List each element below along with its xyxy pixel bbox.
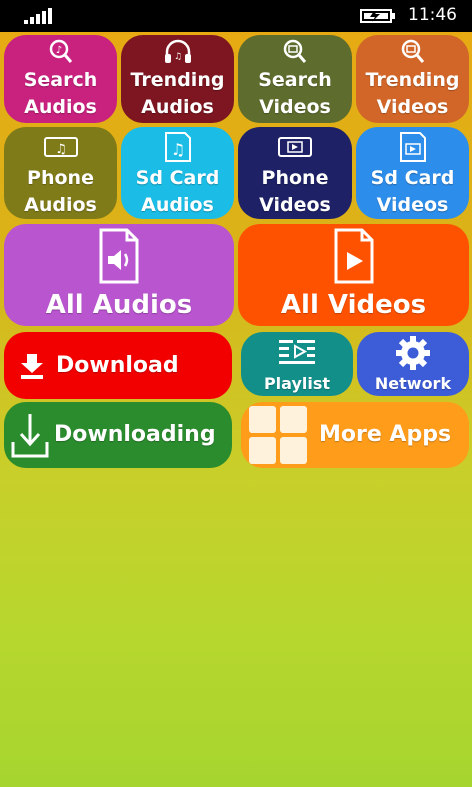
search-video-icon xyxy=(401,39,424,63)
video-file-icon xyxy=(334,228,373,284)
audio-file-icon xyxy=(99,228,139,284)
search-audios-label: Search Audios xyxy=(23,69,98,118)
search-music-icon: ♪ xyxy=(49,39,72,63)
search-videos-label: Search Videos xyxy=(258,69,332,118)
signal-strength-icon xyxy=(24,8,54,24)
sdcard-video-icon xyxy=(399,132,426,162)
search-audios-tile[interactable]: ♪ Search Audios xyxy=(4,35,117,123)
trending-videos-tile[interactable]: Trending Videos xyxy=(356,35,469,123)
phone-audios-label: Phone Audios xyxy=(24,167,97,216)
svg-text:♫: ♫ xyxy=(170,140,184,159)
sd-card-videos-label: Sd Card Videos xyxy=(370,167,455,216)
svg-text:♪: ♪ xyxy=(55,45,61,56)
status-bar: 11:46 xyxy=(0,0,472,32)
search-video-icon xyxy=(283,39,307,63)
network-label: Network xyxy=(374,374,452,393)
playlist-tile[interactable]: Playlist xyxy=(241,332,353,396)
playlist-icon xyxy=(279,340,315,364)
trending-audios-tile[interactable]: ♫ Trending Audios xyxy=(121,35,234,123)
phone-video-icon xyxy=(278,137,312,157)
downloading-icon xyxy=(11,414,49,458)
all-videos-tile[interactable]: All Videos xyxy=(238,224,469,326)
download-tile[interactable]: Download xyxy=(4,332,232,399)
all-audios-label: All Audios xyxy=(45,290,193,320)
sd-card-audios-tile[interactable]: ♫ Sd Card Audios xyxy=(121,127,234,219)
network-tile[interactable]: Network xyxy=(357,332,469,396)
phone-music-icon: ♫ xyxy=(43,137,78,157)
more-apps-label: More Apps xyxy=(319,422,452,447)
gear-icon xyxy=(396,336,430,370)
battery-charging-icon xyxy=(360,9,395,23)
clock: 11:46 xyxy=(408,5,457,25)
trending-videos-label: Trending Videos xyxy=(365,69,460,118)
sd-card-videos-tile[interactable]: Sd Card Videos xyxy=(356,127,469,219)
sdcard-music-icon: ♫ xyxy=(164,132,191,162)
sd-card-audios-label: Sd Card Audios xyxy=(135,167,220,216)
phone-audios-tile[interactable]: ♫ Phone Audios xyxy=(4,127,117,219)
all-videos-label: All Videos xyxy=(280,290,427,320)
headphones-icon: ♫ xyxy=(164,39,191,63)
download-icon xyxy=(21,354,43,379)
trending-audios-label: Trending Audios xyxy=(130,69,225,118)
svg-text:♫: ♫ xyxy=(173,52,181,62)
phone-videos-label: Phone Videos xyxy=(259,167,331,216)
search-videos-tile[interactable]: Search Videos xyxy=(238,35,352,123)
grid-apps-icon xyxy=(249,406,309,466)
downloading-tile[interactable]: Downloading xyxy=(4,402,232,468)
playlist-label: Playlist xyxy=(263,374,331,393)
all-audios-tile[interactable]: All Audios xyxy=(4,224,234,326)
downloading-label: Downloading xyxy=(54,422,216,447)
phone-videos-tile[interactable]: Phone Videos xyxy=(238,127,352,219)
svg-text:♫: ♫ xyxy=(55,142,67,157)
download-label: Download xyxy=(56,353,179,378)
more-apps-tile[interactable]: More Apps xyxy=(241,402,469,468)
